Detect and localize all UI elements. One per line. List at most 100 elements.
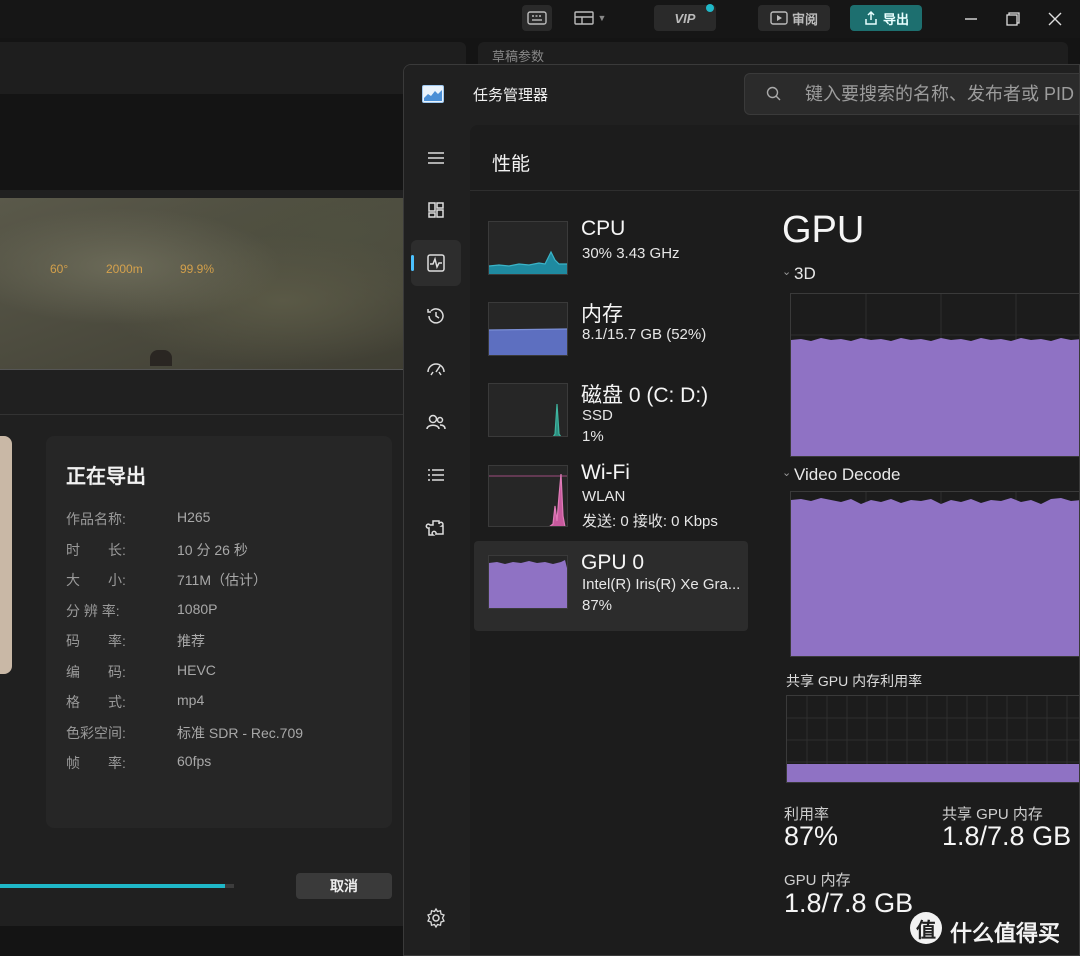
window-title: 任务管理器 [473, 87, 549, 104]
resource-name: CPU [581, 217, 626, 240]
nav-item-settings[interactable] [411, 895, 461, 941]
wifi-mini-graph [488, 465, 568, 527]
keyboard-shortcuts-button[interactable] [522, 5, 552, 31]
resource-detail: SSD [582, 407, 613, 424]
processes-grid-icon [428, 202, 444, 218]
restore-icon [1006, 12, 1020, 26]
disk-mini-graph [488, 383, 568, 437]
vip-button[interactable]: VIP [654, 4, 716, 31]
resource-name: Wi-Fi [581, 461, 630, 484]
keyboard-icon [527, 11, 547, 25]
minimize-button[interactable] [956, 6, 986, 32]
export-preview-image: 60° 2000m 99.9% [0, 198, 404, 370]
draft-params-panel: 草稿参数 [478, 42, 1068, 66]
search-box[interactable] [744, 73, 1079, 115]
watermark-text: 什么值得买 [950, 921, 1061, 946]
layout-button[interactable]: ▼ [566, 5, 614, 31]
resource-item-wifi[interactable]: Wi-Fi WLAN 发送: 0 接收: 0 Kbps [474, 459, 748, 549]
resource-detail: Intel(R) Iris(R) Xe Gra... [582, 576, 741, 593]
export-icon [865, 10, 877, 25]
nav-item-startup-apps[interactable] [411, 346, 461, 392]
history-icon [427, 308, 444, 324]
task-manager-app-icon [422, 85, 444, 103]
nav-item-processes[interactable] [411, 187, 461, 233]
nav-item-performance[interactable] [411, 240, 461, 286]
performance-icon [427, 254, 445, 272]
shared-memory-graph [786, 695, 1079, 783]
nav-item-users[interactable] [411, 399, 461, 445]
cancel-export-button[interactable]: 取消 [296, 873, 392, 899]
close-icon [1048, 12, 1062, 26]
info-key: 时 长: [66, 542, 126, 558]
task-manager-titlebar: 任务管理器 [404, 65, 1079, 125]
info-value: 1080P [177, 601, 218, 617]
cover-thumbnail [0, 436, 12, 674]
cpu-mini-graph [488, 221, 568, 275]
performance-page: 性能 CPU 30% 3.43 GHz 内存 8.1/15.7 GB (52%)… [470, 125, 1079, 955]
info-value: 10 分 26 秒 [177, 542, 248, 558]
info-value: 推荐 [177, 633, 205, 649]
resource-name: GPU 0 [581, 551, 645, 574]
engine-label-video-decode: Video Decode [794, 465, 901, 484]
site-watermark: 值 什么值得买 [910, 910, 1080, 950]
export-progress-fill [0, 884, 225, 888]
info-value: HEVC [177, 662, 216, 678]
minimize-icon [965, 18, 977, 20]
utilization-value: 87% [784, 821, 839, 851]
memory-mini-graph [488, 302, 568, 356]
chevron-down-icon[interactable]: ⌄ [782, 265, 791, 278]
info-value: 60fps [177, 753, 212, 769]
export-info-card: 正在导出 作品名称: H265 时 长: 10 分 26 秒 大 小: 711M（估计… [46, 436, 392, 828]
info-value: mp4 [177, 692, 205, 708]
resource-item-disk[interactable]: 磁盘 0 (C: D:) SSD 1% [474, 369, 748, 459]
task-manager-window: 任务管理器 键入要搜索的名称、发布者或 PID 性能 CPU 30% 3.43 … [403, 64, 1080, 956]
chevron-down-icon[interactable]: ⌄ [782, 466, 791, 479]
resource-item-cpu[interactable]: CPU 30% 3.43 GHz [474, 207, 748, 297]
maximize-button[interactable] [998, 6, 1028, 32]
info-key: 码 率: [66, 633, 126, 649]
divider [0, 414, 404, 415]
close-button[interactable] [1040, 6, 1070, 32]
info-key: 色彩空间: [66, 725, 126, 741]
hud-overlay-text: 2000m [106, 262, 143, 276]
editor-left-panel [0, 42, 466, 94]
editor-topbar: ▼ VIP 审阅 导出 [0, 0, 1080, 38]
engine-graph-video-decode [790, 491, 1079, 657]
users-icon [426, 414, 446, 430]
export-button[interactable]: 导出 [850, 5, 922, 31]
nav-menu-toggle[interactable] [411, 135, 461, 181]
resource-name: 内存 [581, 303, 623, 326]
search-input[interactable] [805, 74, 1079, 114]
info-value: 711M（估计） [177, 572, 267, 588]
chevron-down-icon: ▼ [597, 13, 607, 23]
page-title: 性能 [492, 154, 531, 175]
nav-item-details[interactable] [411, 452, 461, 498]
resource-item-gpu[interactable]: GPU 0 Intel(R) Iris(R) Xe Gra... 87% [474, 541, 748, 631]
speedometer-icon [427, 363, 445, 376]
export-label: 导出 [882, 11, 909, 27]
review-button[interactable]: 审阅 [758, 5, 830, 31]
details-list-icon [428, 469, 444, 481]
hud-overlay-text: 99.9% [180, 262, 215, 276]
notification-dot [706, 4, 714, 12]
watermark-logo: 值 [910, 912, 942, 944]
nav-item-services[interactable] [411, 505, 461, 551]
resource-detail: 发送: 0 接收: 0 Kbps [582, 513, 718, 530]
task-manager-nav [404, 125, 468, 955]
nav-item-app-history[interactable] [411, 293, 461, 339]
info-key: 编 码: [66, 664, 126, 680]
resource-detail: 1% [582, 428, 604, 445]
services-puzzle-icon [425, 520, 444, 536]
search-icon [766, 86, 781, 101]
info-value: 标准 SDR - Rec.709 [177, 725, 304, 741]
info-key: 作品名称: [66, 511, 126, 527]
vip-label: VIP [674, 10, 696, 26]
review-icon [770, 11, 788, 25]
game-map-terrain [0, 198, 404, 369]
shared-gpu-memory-label: 共享 GPU 内存利用率 [786, 673, 923, 689]
gear-icon [427, 907, 445, 929]
draft-params-label: 草稿参数 [492, 49, 545, 64]
layout-icon [573, 11, 594, 25]
resource-item-memory[interactable]: 内存 8.1/15.7 GB (52%) [474, 288, 748, 378]
export-progress-bar [0, 884, 234, 888]
